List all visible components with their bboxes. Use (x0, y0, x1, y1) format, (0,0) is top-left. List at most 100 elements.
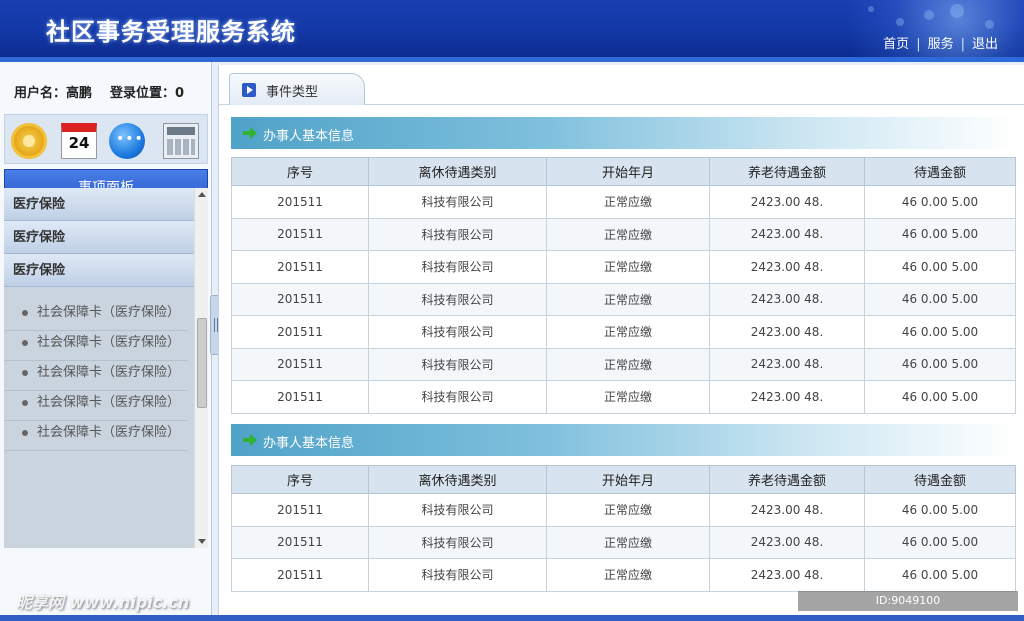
section-title: 办事人基本信息 (263, 129, 355, 144)
scroll-thumb[interactable] (197, 318, 207, 408)
table-cell: 201511 (231, 282, 369, 316)
bullet-icon (22, 309, 28, 316)
table-cell: 科技有限公司 (368, 315, 547, 349)
tab-label: 事件类型 (266, 85, 319, 100)
bullet-icon (22, 369, 28, 376)
table-cell: 46 0.00 5.00 (864, 347, 1016, 381)
table-cell: 46 0.00 5.00 (864, 380, 1016, 414)
table-row[interactable]: 201511 科技有限公司 正常应缴 2423.00 48. 46 0.00 5.00 (231, 347, 1016, 381)
table-row[interactable]: 201511 科技有限公司 正常应缴 2423.00 48. 46 0.00 5.00 (231, 525, 1016, 559)
scroll-up-icon[interactable] (198, 192, 206, 197)
menu-scrollbar[interactable] (194, 188, 208, 548)
table-cell: 科技有限公司 (368, 493, 547, 527)
table-cell: 2423.00 48. (709, 525, 865, 559)
column-header: 养老待遇金额 (709, 465, 865, 494)
column-header: 待遇金额 (864, 157, 1016, 186)
app-title: 社区事务受理服务系统 (46, 18, 296, 46)
menu-item-label: 社会保障卡（医疗保险） (37, 305, 181, 320)
menu-item-label: 社会保障卡（医疗保险） (37, 425, 181, 440)
table-row[interactable]: 201511 科技有限公司 正常应缴 2423.00 48. 46 0.00 5.00 (231, 558, 1016, 592)
table-cell: 46 0.00 5.00 (864, 493, 1016, 527)
table-cell: 正常应缴 (546, 347, 710, 381)
calculator-icon[interactable] (163, 123, 199, 159)
table-cell: 正常应缴 (546, 250, 710, 284)
table-cell: 2423.00 48. (709, 282, 865, 316)
table-cell: 正常应缴 (546, 493, 710, 527)
table-row[interactable]: 201511 科技有限公司 正常应缴 2423.00 48. 46 0.00 5.00 (231, 493, 1016, 527)
table-cell: 科技有限公司 (368, 380, 547, 414)
column-header: 序号 (231, 157, 369, 186)
table-row[interactable]: 201511 科技有限公司 正常应缴 2423.00 48. 46 0.00 5.00 (231, 380, 1016, 414)
column-header: 养老待遇金额 (709, 157, 865, 186)
arrow-right-icon (243, 434, 257, 446)
table-cell: 46 0.00 5.00 (864, 282, 1016, 316)
menu-list: 医疗保险 医疗保险 医疗保险 社会保障卡（医疗保险） 社会保障卡（医疗保险） 社… (4, 188, 194, 548)
table-row[interactable]: 201511 科技有限公司 正常应缴 2423.00 48. 46 0.00 5.00 (231, 315, 1016, 349)
tab-bar: 事件类型 (219, 65, 1024, 105)
scroll-down-icon[interactable] (198, 539, 206, 544)
table-cell: 科技有限公司 (368, 250, 547, 284)
menu-subitems: 社会保障卡（医疗保险） 社会保障卡（医疗保险） 社会保障卡（医疗保险） 社会保障… (4, 287, 194, 451)
nav-separator: | (960, 37, 965, 52)
table-cell: 2423.00 48. (709, 380, 865, 414)
user-info: 用户名：高鹏 登录位置：0 (14, 82, 184, 101)
menu-item[interactable]: 社会保障卡（医疗保险） (4, 301, 188, 331)
chat-icon[interactable] (109, 123, 145, 159)
table-cell: 201511 (231, 185, 369, 219)
table-cell: 46 0.00 5.00 (864, 250, 1016, 284)
table-cell: 201511 (231, 558, 369, 592)
table-body: 201511 科技有限公司 正常应缴 2423.00 48. 46 0.00 5.00 2… (231, 185, 1016, 414)
table-cell: 2423.00 48. (709, 347, 865, 381)
menu-item[interactable]: 社会保障卡（医疗保险） (4, 391, 188, 421)
table-row[interactable]: 201511 科技有限公司 正常应缴 2423.00 48. 46 0.00 5.00 (231, 185, 1016, 219)
table-row[interactable]: 201511 科技有限公司 正常应缴 2423.00 48. 46 0.00 5.00 (231, 217, 1016, 251)
column-header: 开始年月 (546, 465, 710, 494)
table-cell: 科技有限公司 (368, 347, 547, 381)
main-content: 事件类型 办事人基本信息 序号 离休待遇类别 开始年月 养老待遇金额 待遇金额 … (218, 65, 1024, 621)
menu-category[interactable]: 医疗保险 (4, 221, 194, 254)
data-table: 序号 离休待遇类别 开始年月 养老待遇金额 待遇金额 201511 科技有限公司正… (231, 157, 1016, 414)
table-body: 201511 科技有限公司 正常应缴 2423.00 48. 46 0.00 5.00 2… (231, 493, 1016, 592)
arrow-right-icon (243, 127, 257, 139)
table-cell: 46 0.00 5.00 (864, 525, 1016, 559)
section-header: 办事人基本信息 (231, 117, 1015, 149)
table-cell: 201511 (231, 315, 369, 349)
section-header: 办事人基本信息 (231, 424, 1015, 456)
calendar-icon[interactable]: 24 (61, 123, 97, 159)
menu-item[interactable]: 社会保障卡（医疗保险） (4, 361, 188, 391)
nav-service-link[interactable]: 服务 (928, 37, 954, 52)
table-cell: 科技有限公司 (368, 525, 547, 559)
table-cell: 201511 (231, 217, 369, 251)
menu-item-label: 社会保障卡（医疗保险） (37, 365, 181, 380)
app-header: 社区事务受理服务系统 首页 | 服务 | 退出 (0, 0, 1024, 62)
table-cell: 46 0.00 5.00 (864, 185, 1016, 219)
menu-item[interactable]: 社会保障卡（医疗保险） (4, 421, 188, 451)
table-cell: 2423.00 48. (709, 315, 865, 349)
column-header: 开始年月 (546, 157, 710, 186)
column-header: 离休待遇类别 (368, 465, 547, 494)
nav-separator: | (916, 37, 921, 52)
table-row[interactable]: 201511 科技有限公司 正常应缴 2423.00 48. 46 0.00 5.00 (231, 282, 1016, 316)
table-row[interactable]: 201511 科技有限公司 正常应缴 2423.00 48. 46 0.00 5.00 (231, 250, 1016, 284)
tab-event-type[interactable]: 事件类型 (229, 73, 365, 105)
menu-item-label: 社会保障卡（医疗保险） (37, 395, 181, 410)
table-cell: 正常应缴 (546, 217, 710, 251)
bottom-bar (0, 615, 1024, 621)
login-location-label: 登录位置：0 (110, 86, 185, 101)
quick-icon-bar: 24 (4, 114, 208, 164)
nav-logout-link[interactable]: 退出 (972, 37, 998, 52)
menu-category[interactable]: 医疗保险 (4, 254, 194, 287)
bullet-icon (22, 339, 28, 346)
menu-category[interactable]: 医疗保险 (4, 188, 194, 221)
table-cell: 2423.00 48. (709, 185, 865, 219)
nav-home-link[interactable]: 首页 (883, 37, 909, 52)
column-header: 序号 (231, 465, 369, 494)
bullet-icon (22, 429, 28, 436)
table-header-row: 序号 离休待遇类别 开始年月 养老待遇金额 待遇金额 (231, 157, 1016, 186)
column-header: 离休待遇类别 (368, 157, 547, 186)
table-cell: 2423.00 48. (709, 250, 865, 284)
bullet-icon (22, 399, 28, 406)
gear-icon[interactable] (11, 123, 47, 159)
top-nav: 首页 | 服务 | 退出 (883, 33, 998, 52)
menu-item[interactable]: 社会保障卡（医疗保险） (4, 331, 188, 361)
